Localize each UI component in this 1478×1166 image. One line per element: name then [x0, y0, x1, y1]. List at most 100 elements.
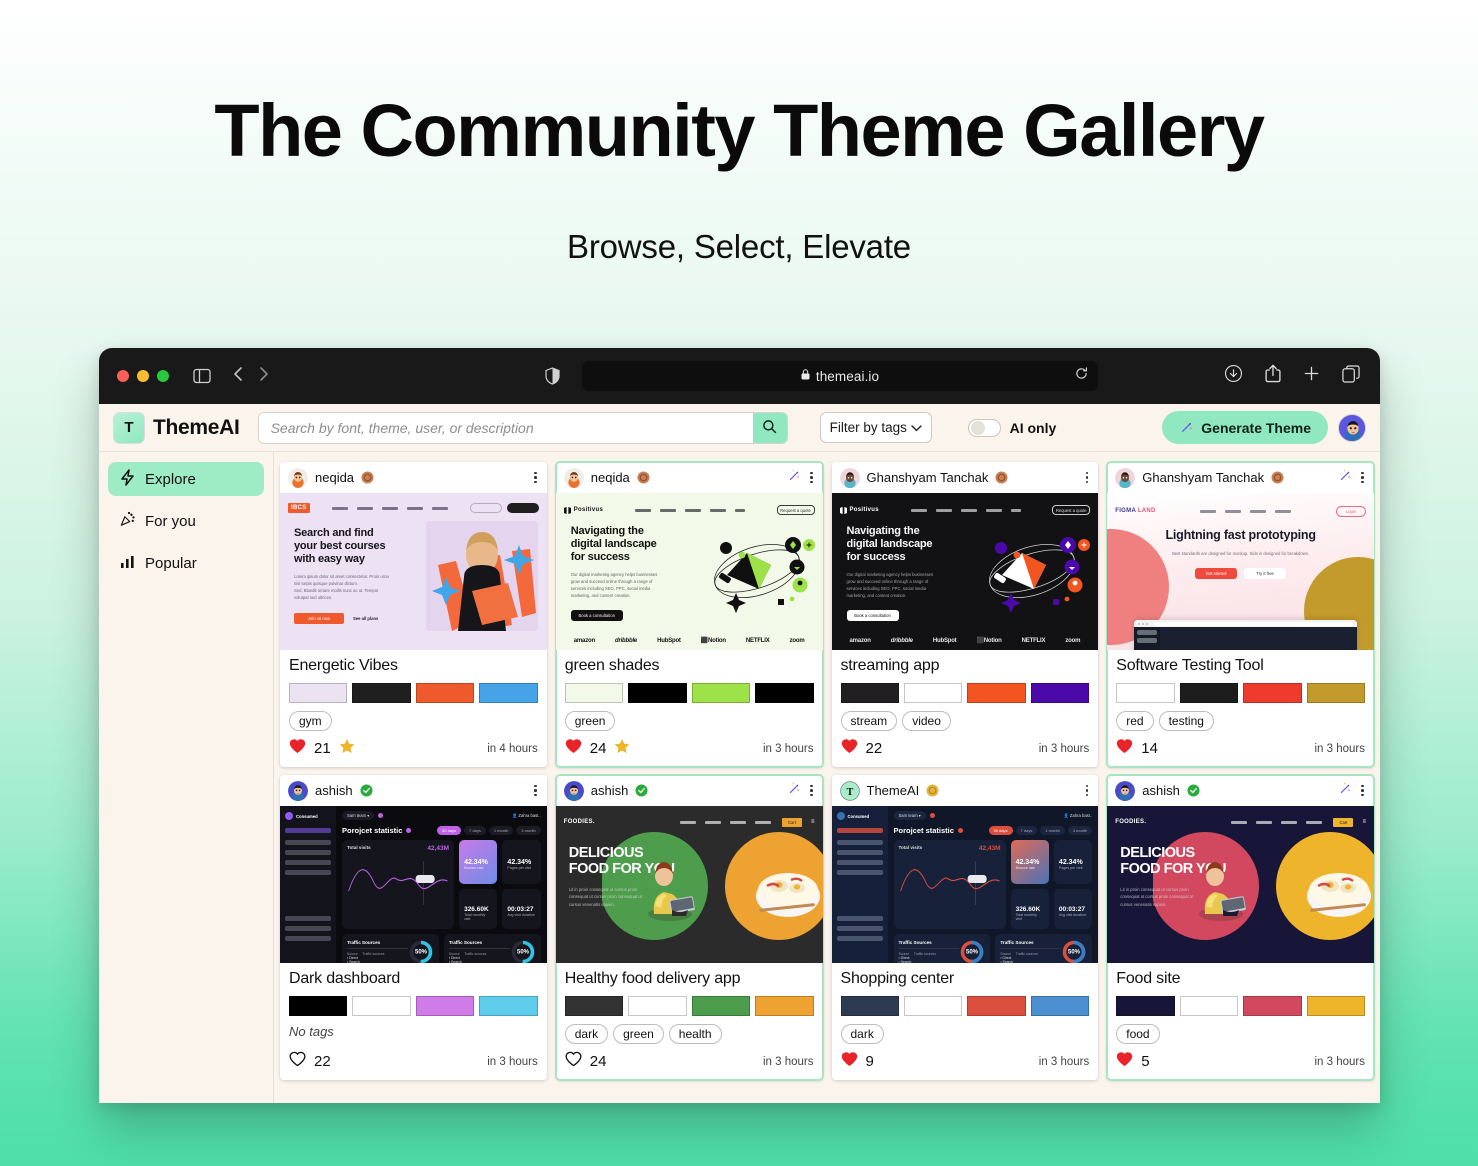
tag[interactable]: dark	[564, 1024, 609, 1044]
avatar[interactable]: T	[839, 780, 860, 801]
magic-wand-icon[interactable]	[1338, 781, 1352, 800]
heart-outline-icon[interactable]	[289, 1051, 306, 1072]
theme-card[interactable]: neqida IBCS Search and find your best co…	[280, 462, 547, 767]
avatar[interactable]	[1115, 780, 1136, 801]
sidebar-toggle-icon[interactable]	[193, 368, 211, 384]
sidebar-item-popular[interactable]: Popular	[108, 546, 264, 580]
generate-theme-button[interactable]: Generate Theme	[1162, 411, 1328, 444]
heart-filled-icon[interactable]	[565, 738, 582, 759]
tab-overview-icon[interactable]	[1342, 364, 1360, 388]
avatar[interactable]	[1115, 467, 1136, 488]
theme-card[interactable]: Ghanshyam Tanchak FIGMA LAND Login Light…	[1106, 461, 1375, 768]
card-header-actions[interactable]	[1338, 468, 1366, 487]
sidebar-item-for-you[interactable]: For you	[108, 504, 264, 538]
ai-only-toggle[interactable]	[967, 418, 1001, 437]
card-header-actions[interactable]	[532, 783, 539, 799]
reload-icon[interactable]	[1075, 367, 1088, 385]
heart-outline-icon[interactable]	[565, 1051, 582, 1072]
search-input[interactable]	[258, 412, 753, 443]
heart-filled-icon[interactable]	[841, 738, 858, 759]
heart-filled-icon[interactable]	[1116, 738, 1133, 759]
tag[interactable]: video	[902, 711, 951, 731]
shield-icon[interactable]	[545, 367, 560, 385]
magic-wand-icon[interactable]	[787, 468, 801, 487]
card-menu-icon[interactable]	[1084, 783, 1091, 799]
card-header-actions[interactable]	[787, 781, 815, 800]
tag[interactable]: food	[1116, 1024, 1160, 1044]
card-menu-icon[interactable]	[1359, 470, 1366, 486]
theme-card[interactable]: Ghanshyam Tanchak Positivus Request a qu…	[831, 462, 1099, 767]
card-menu-icon[interactable]	[532, 783, 539, 799]
card-header-actions[interactable]	[787, 468, 815, 487]
theme-thumbnail[interactable]: Consumed Sam team ▾ 👤 Zahra bast.. Poroj…	[831, 806, 1099, 963]
share-icon[interactable]	[1265, 364, 1281, 388]
avatar[interactable]	[288, 780, 308, 801]
sidebar-item-explore[interactable]: Explore	[108, 462, 264, 496]
download-icon[interactable]	[1224, 364, 1243, 388]
magic-wand-icon[interactable]	[1338, 468, 1352, 487]
heart-filled-icon[interactable]	[1116, 1051, 1133, 1072]
window-controls[interactable]	[117, 370, 169, 382]
user-avatar[interactable]	[1338, 413, 1366, 442]
card-menu-icon[interactable]	[532, 470, 539, 486]
card-username[interactable]: Ghanshyam Tanchak	[867, 470, 989, 485]
theme-card[interactable]: ashish FOODIES. Cart ≡ DELICIOUS FOOD FO…	[1106, 774, 1375, 1081]
card-header-actions[interactable]	[1338, 781, 1366, 800]
address-bar[interactable]: themeai.io	[582, 361, 1098, 391]
card-menu-icon[interactable]	[808, 783, 815, 799]
theme-card[interactable]: neqida Positivus Request a quote Navigat…	[554, 461, 824, 768]
tag[interactable]: gym	[289, 711, 332, 731]
ai-only-toggle-group[interactable]: AI only	[967, 418, 1056, 437]
theme-thumbnail[interactable]: IBCS Search and find your best courses w…	[280, 493, 547, 650]
search-bar[interactable]	[257, 411, 788, 444]
star-icon[interactable]	[339, 738, 355, 759]
plus-icon[interactable]	[1303, 365, 1320, 387]
avatar[interactable]	[563, 467, 584, 488]
card-header-actions[interactable]	[532, 470, 539, 486]
card-menu-icon[interactable]	[1359, 783, 1366, 799]
theme-thumbnail[interactable]: Positivus Request a quote Navigating the…	[831, 493, 1099, 650]
theme-thumbnail[interactable]: Positivus Request a quote Navigating the…	[555, 493, 823, 650]
avatar[interactable]	[563, 780, 584, 801]
tag[interactable]: green	[613, 1024, 664, 1044]
card-header-actions[interactable]	[1084, 470, 1091, 486]
heart-filled-icon[interactable]	[289, 738, 306, 759]
card-menu-icon[interactable]	[808, 470, 815, 486]
theme-thumbnail[interactable]: FOODIES. Cart ≡ DELICIOUS FOOD FOR YOU Li…	[1107, 806, 1374, 963]
card-username[interactable]: neqida	[591, 470, 630, 485]
card-username[interactable]: ashish	[315, 783, 353, 798]
magic-wand-icon[interactable]	[787, 781, 801, 800]
nav-arrows[interactable]	[233, 366, 269, 387]
tag[interactable]: health	[668, 1024, 722, 1044]
tag[interactable]: testing	[1158, 711, 1214, 731]
brand[interactable]: T ThemeAI	[113, 411, 240, 444]
theme-card[interactable]: ashish FOODIES. Cart ≡ DELICIOUS FOOD FO…	[554, 774, 824, 1081]
card-username[interactable]: ThemeAI	[867, 783, 920, 798]
theme-card[interactable]: ashish Consumed Sam team ▾ 👤 Zahra bast.…	[280, 775, 547, 1080]
search-button[interactable]	[752, 412, 787, 443]
theme-card[interactable]: T ThemeAI Consumed Sam team ▾ 👤 Zahra ba…	[831, 775, 1099, 1080]
back-arrow-icon[interactable]	[233, 366, 243, 387]
avatar[interactable]	[288, 467, 308, 488]
tag[interactable]: red	[1116, 711, 1154, 731]
avatar[interactable]	[839, 467, 860, 488]
tag[interactable]: dark	[840, 1024, 884, 1044]
theme-thumbnail[interactable]: Consumed Sam team ▾ 👤 Zahra bast.. Poroj…	[280, 806, 547, 963]
close-window-button[interactable]	[117, 370, 129, 382]
card-header-actions[interactable]	[1084, 783, 1091, 799]
card-menu-icon[interactable]	[1084, 470, 1091, 486]
chrome-actions[interactable]	[1224, 364, 1360, 388]
maximize-window-button[interactable]	[157, 370, 169, 382]
theme-thumbnail[interactable]: FOODIES. Cart ≡ DELICIOUS FOOD FOR YOU Li…	[555, 806, 823, 963]
forward-arrow-icon[interactable]	[259, 366, 269, 387]
card-username[interactable]: ashish	[591, 783, 629, 798]
star-icon[interactable]	[614, 738, 630, 759]
filter-by-tags-dropdown[interactable]: Filter by tags	[819, 412, 932, 443]
heart-filled-icon[interactable]	[841, 1051, 858, 1072]
tag[interactable]: stream	[840, 711, 898, 731]
theme-thumbnail[interactable]: FIGMA LAND Login Lightning fast prototyp…	[1107, 493, 1374, 650]
tag[interactable]: green	[564, 711, 616, 731]
minimize-window-button[interactable]	[137, 370, 149, 382]
card-username[interactable]: neqida	[315, 470, 354, 485]
card-username[interactable]: Ghanshyam Tanchak	[1142, 470, 1264, 485]
